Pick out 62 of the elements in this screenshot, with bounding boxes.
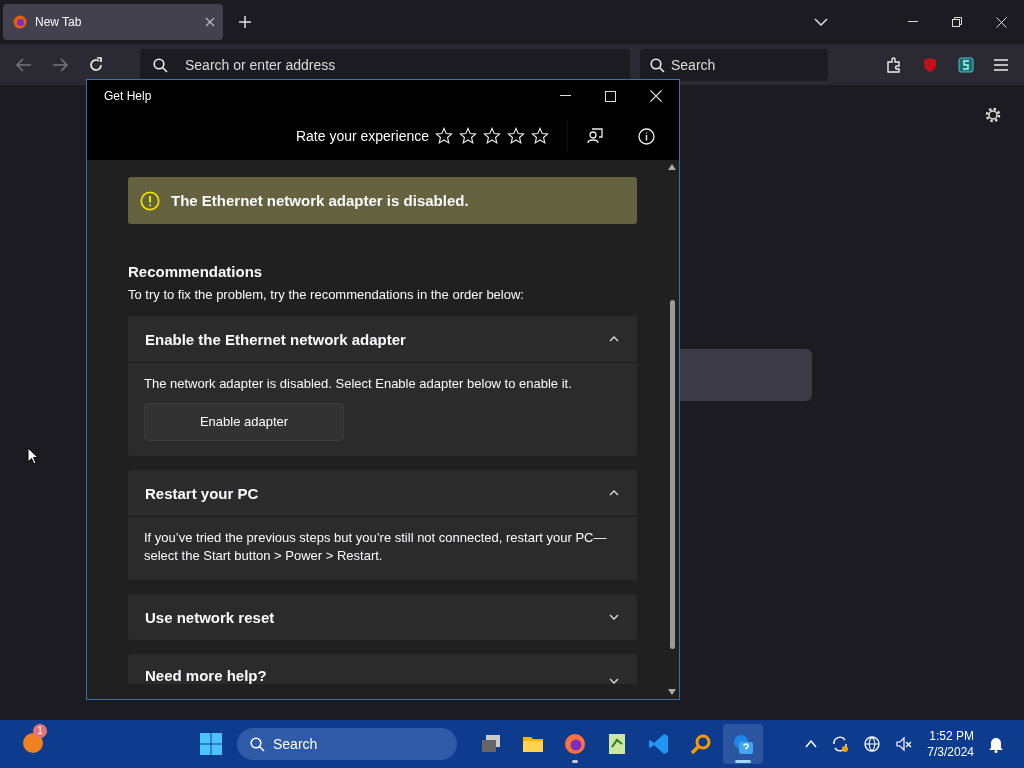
settings-icon[interactable]: [984, 106, 1002, 124]
firefox-icon: [13, 15, 27, 29]
accordion-header[interactable]: Restart your PC: [128, 470, 637, 516]
chevron-icon: [609, 336, 619, 342]
taskbar-app-button[interactable]: [723, 724, 763, 764]
body-text: If you’ve tried the previous steps but you’re still not connected, restart your PC—select the Start button > Power > Restart.: [144, 529, 608, 565]
minimize-icon[interactable]: [560, 95, 571, 97]
scroll-down-icon[interactable]: [668, 689, 676, 695]
rating-label: Rate your experience: [295, 128, 429, 144]
accordion-header[interactable]: Enable the Ethernet network adapter: [128, 316, 637, 362]
close-icon[interactable]: [996, 16, 1007, 28]
scroll-up-icon[interactable]: [668, 164, 676, 170]
body-text: The network adapter is disabled. Select Enable adapter below to enable it.: [144, 375, 573, 393]
code-editor-icon: [647, 732, 671, 756]
bell-icon[interactable]: [988, 735, 1004, 753]
magnifier-icon: [689, 732, 713, 756]
notification-badge: 1: [33, 724, 47, 738]
search-icon: [250, 737, 265, 752]
start-icon[interactable]: [199, 732, 223, 756]
tab-title: New Tab: [35, 15, 83, 29]
speaker-muted-icon[interactable]: [895, 735, 914, 753]
search-icon: [650, 57, 665, 73]
info-icon[interactable]: [638, 127, 655, 145]
search-field[interactable]: Search: [640, 48, 828, 81]
new-tab-icon[interactable]: [238, 15, 252, 29]
scrollbar-thumb[interactable]: [669, 300, 675, 649]
puzzle-icon[interactable]: [886, 56, 902, 73]
alert-text: The Ethernet network adapter is disabled.: [171, 192, 469, 209]
address-field[interactable]: Search or enter address: [140, 48, 630, 81]
menu-icon[interactable]: [994, 58, 1008, 71]
clock-time[interactable]: 1:52 PM: [929, 728, 974, 744]
help-icon: [731, 732, 755, 756]
accordion-header[interactable]: Use network reset: [128, 594, 637, 640]
chevron-icon: [609, 614, 619, 620]
maximize-icon[interactable]: [605, 90, 616, 102]
close-icon[interactable]: [650, 90, 662, 102]
intro-text: To try to fix the problem, try the recommendations in the order below:: [128, 287, 525, 302]
chevron-icon: [609, 490, 619, 496]
chevron-icon: [609, 678, 619, 684]
extension-icon[interactable]: [958, 56, 974, 73]
browser-tab[interactable]: New Tab: [3, 4, 223, 40]
feedback-icon[interactable]: [586, 127, 604, 145]
chevron-up-icon[interactable]: [805, 740, 818, 748]
browser-icon: [563, 732, 587, 756]
enable-adapter-button[interactable]: Enable adapter: [144, 403, 344, 441]
search-icon: [153, 57, 168, 73]
forward-icon[interactable]: [52, 57, 68, 72]
restore-icon[interactable]: [952, 17, 962, 27]
back-icon[interactable]: [16, 57, 32, 72]
star-rating[interactable]: [435, 127, 549, 145]
accordion-header[interactable]: Need more help?: [128, 654, 637, 684]
section-heading: Recommendations: [128, 263, 264, 280]
warning-icon: [140, 190, 160, 211]
taskbar-search-field[interactable]: Search: [237, 728, 457, 760]
window-title: Get Help: [104, 89, 152, 103]
minimize-icon[interactable]: [908, 21, 918, 23]
sync-icon[interactable]: [831, 735, 850, 753]
globe-icon[interactable]: [863, 735, 882, 753]
clock-date[interactable]: 7/3/2024: [927, 744, 974, 760]
cursor-icon: [27, 447, 39, 465]
chevron-down-icon[interactable]: [814, 18, 828, 26]
reload-icon[interactable]: [88, 56, 104, 73]
